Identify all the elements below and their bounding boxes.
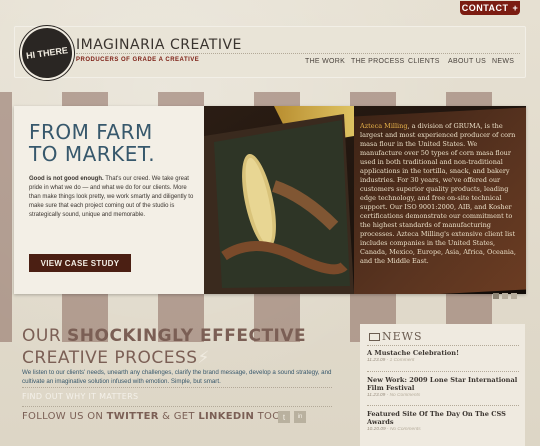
contact-label: CONTACT: [461, 3, 509, 13]
divider: [367, 345, 519, 346]
book-text-body: , a division of GRUMA, is the largest an…: [360, 122, 516, 265]
twitter-icon[interactable]: t: [278, 411, 290, 423]
badge-text: HI THERE: [25, 45, 69, 61]
news-item-title[interactable]: New Work: 2009 Lone Star International F…: [367, 376, 519, 392]
follow-prefix: FOLLOW US ON: [22, 411, 107, 422]
brand-tagline: PRODUCERS OF GRADE A CREATIVE: [76, 57, 200, 63]
follow-middle: & GET: [158, 411, 199, 422]
hero-title-line2: TO MARKET.: [29, 142, 156, 166]
hero-body: Good is not good enough. That's our cree…: [29, 175, 197, 220]
news-item-date: 11.23.09: [367, 358, 386, 363]
news-item-comments[interactable]: No Comments: [390, 427, 421, 432]
process-paragraph: We listen to our clients' needs, unearth…: [22, 369, 332, 385]
book-page-text: Azteca Milling, a division of GRUMA, is …: [360, 122, 518, 284]
news-title: NEWS: [382, 330, 423, 343]
linkedin-icon[interactable]: in: [294, 411, 306, 423]
newspaper-icon: [369, 333, 380, 341]
news-item[interactable]: Featured Site Of The Day On The CSS Awar…: [367, 410, 519, 432]
linkedin-link[interactable]: LINKEDIN: [198, 411, 254, 422]
process-heading-line1: OUR SHOCKINGLY EFFECTIVE: [22, 326, 306, 346]
divider: [22, 406, 332, 407]
nav-clients[interactable]: CLIENTS: [408, 58, 440, 65]
nav-the-process[interactable]: THE PROCESS: [351, 58, 404, 65]
news-item-comments[interactable]: 1 Comment: [390, 358, 415, 363]
find-out-why-link[interactable]: FIND OUT WHY IT MATTERS: [22, 392, 138, 401]
brand-name[interactable]: IMAGINARIA CREATIVE: [76, 37, 242, 53]
nav-news[interactable]: NEWS: [492, 58, 514, 65]
news-item-title[interactable]: A Mustache Celebration!: [367, 349, 519, 357]
news-item-comments[interactable]: No Comments: [390, 393, 421, 398]
slider-pager: [493, 293, 517, 299]
news-item-title[interactable]: Featured Site Of The Day On The CSS Awar…: [367, 410, 519, 426]
hero-body-rest: That's our creed. We take great pride in…: [29, 176, 194, 218]
twitter-link[interactable]: TWITTER: [107, 411, 159, 422]
nav-about-us[interactable]: ABOUT US: [448, 58, 486, 65]
news-item[interactable]: A Mustache Celebration! 11.23.09 · 1 Com…: [367, 349, 519, 363]
view-case-study-button[interactable]: VIEW CASE STUDY: [29, 254, 131, 272]
hero-title: FROM FARM TO MARKET.: [29, 121, 199, 165]
news-item-date: 11.23.09: [367, 393, 386, 398]
hero-body-bold: Good is not good enough.: [29, 176, 104, 182]
divider: [22, 387, 332, 388]
book-text-highlight: Azteca Milling: [360, 122, 408, 130]
nav-the-work[interactable]: THE WORK: [305, 58, 345, 65]
follow-suffix: TOO: [254, 411, 281, 422]
process-heading-text: CREATIVE PROCESS: [22, 348, 198, 368]
follow-us-line: FOLLOW US ON TWITTER & GET LINKEDIN TOO: [22, 411, 280, 422]
news-item[interactable]: New Work: 2009 Lone Star International F…: [367, 376, 519, 398]
slider-dot-1[interactable]: [493, 293, 499, 299]
process-heading-line2: CREATIVE PROCESS⚡: [22, 348, 210, 368]
plus-icon: +: [512, 3, 519, 13]
contact-button[interactable]: CONTACT +: [460, 1, 520, 15]
news-item-date: 10.20.09: [367, 427, 386, 432]
lightning-bolt-icon: ⚡: [197, 348, 210, 368]
process-heading-bold: SHOCKINGLY EFFECTIVE: [67, 326, 307, 346]
slider-dot-2[interactable]: [502, 293, 508, 299]
header-divider: [76, 53, 520, 54]
divider: [367, 371, 519, 372]
hero-image: Azteca Milling, a division of GRUMA, is …: [204, 106, 526, 294]
hero-title-line1: FROM FARM: [29, 120, 153, 144]
slider-dot-3[interactable]: [511, 293, 517, 299]
process-heading-light: OUR: [22, 326, 68, 346]
divider: [367, 405, 519, 406]
